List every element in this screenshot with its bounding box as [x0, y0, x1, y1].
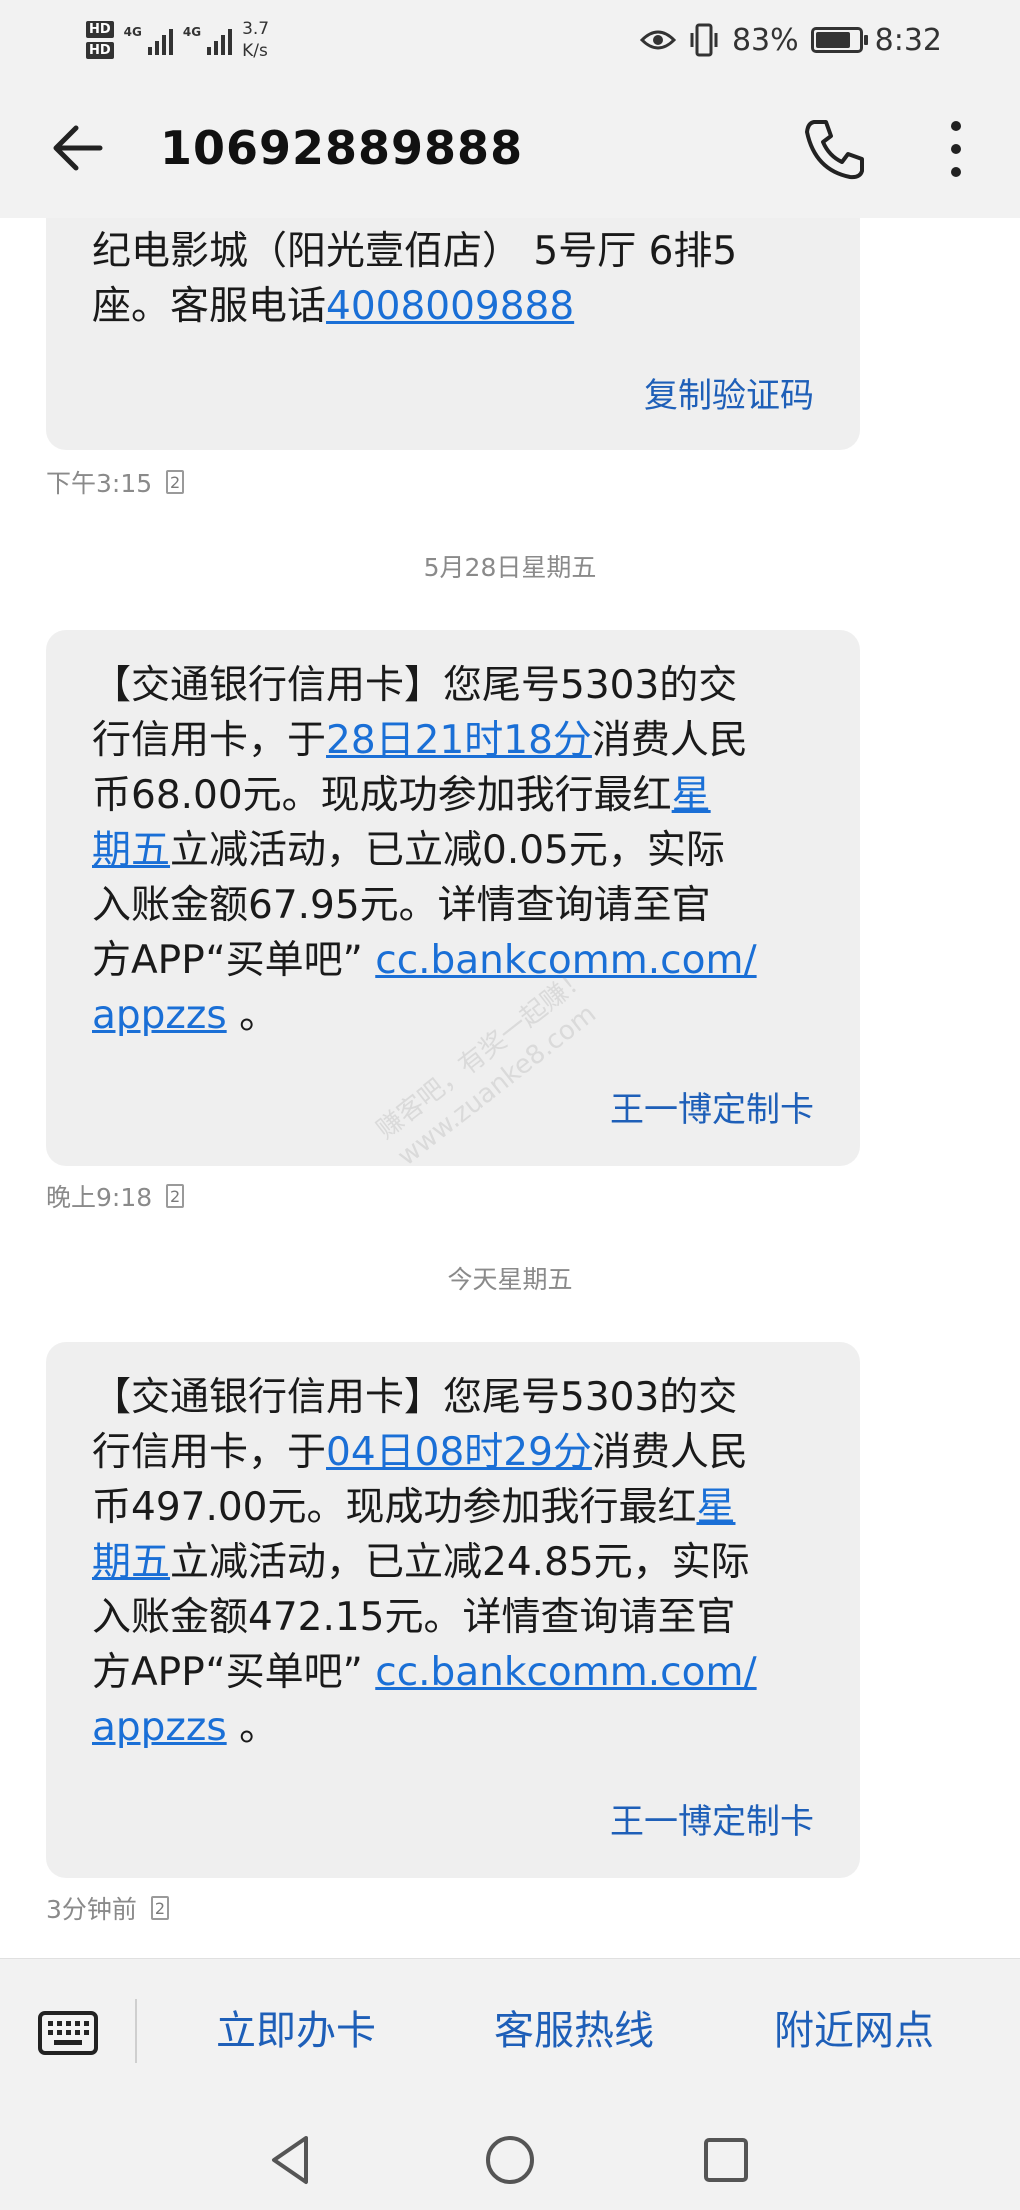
phone-link[interactable]: 4008009888 — [326, 284, 574, 329]
menu-hotline[interactable]: 客服热线 — [494, 2001, 654, 2061]
system-nav-bar — [0, 2108, 1020, 2210]
keyboard-icon[interactable] — [38, 2011, 98, 2055]
menu-apply-card[interactable]: 立即办卡 — [216, 2001, 376, 2061]
nav-back-icon[interactable] — [262, 2130, 322, 2190]
signal-bars-icon — [207, 25, 233, 55]
phone-icon[interactable] — [800, 114, 870, 184]
signal-bars-icon — [147, 25, 173, 55]
sim-icon: 2 — [166, 470, 185, 494]
message-text: 【交通银行信用卡】您尾号5303的交 行信用卡，于28日21时18分消费人民 币… — [92, 658, 832, 1043]
message-text: 纪电影城（阳光壹佰店） 5号厅 6排5 座。客服电话4008009888 — [92, 224, 832, 334]
nav-recents-icon[interactable] — [696, 2130, 756, 2190]
signal-1: 4G — [124, 25, 173, 55]
network-speed-value: 3.7 — [242, 19, 270, 39]
network-speed: 3.7 K/s — [242, 18, 269, 62]
message-meta: 晚上9:18 2 — [46, 1178, 185, 1214]
card-action-button[interactable]: 王一博定制卡 — [610, 1794, 814, 1843]
message-time: 晚上9:18 — [46, 1183, 153, 1212]
message-text: 【交通银行信用卡】您尾号5303的交 行信用卡，于04日08时29分消费人民 币… — [92, 1370, 832, 1755]
more-vert-icon[interactable] — [926, 114, 986, 184]
back-arrow-icon[interactable] — [46, 116, 110, 180]
bottom-menu: 立即办卡 客服热线 附近网点 — [0, 1958, 1020, 2109]
message-time: 3分钟前 — [46, 1895, 137, 1924]
nav-home-icon[interactable] — [480, 2130, 540, 2190]
page-title: 10692889888 — [160, 121, 524, 175]
eye-icon — [639, 30, 676, 50]
battery-percent: 83% — [731, 22, 799, 58]
message-bubble[interactable]: 纪电影城（阳光壹佰店） 5号厅 6排5 座。客服电话4008009888 复制验… — [46, 218, 860, 450]
vibrate-icon — [690, 23, 718, 57]
card-action-button[interactable]: 王一博定制卡 — [610, 1082, 814, 1131]
network-speed-unit: K/s — [242, 41, 268, 61]
sim-icon: 2 — [150, 1896, 169, 1920]
message-time: 下午3:15 — [46, 469, 153, 498]
time-link[interactable]: 28日21时18分 — [326, 718, 592, 763]
battery-icon — [810, 27, 868, 53]
message-line: 座。客服电话 — [92, 284, 327, 329]
message-text-part: 。 — [226, 1705, 279, 1750]
status-left: HD HD 4G 4G 3.7 K/s — [86, 12, 269, 68]
hd-indicators: HD HD — [86, 21, 114, 59]
menu-divider — [135, 1999, 137, 2063]
date-header: 今天星期五 — [447, 1265, 573, 1294]
message-line: 纪电影城（阳光壹佰店） 5号厅 6排5 — [92, 229, 738, 274]
menu-nearby-branches[interactable]: 附近网点 — [774, 2001, 934, 2061]
message-text-part: 。 — [226, 993, 279, 1038]
network-type-1: 4G — [123, 25, 142, 39]
time-link[interactable]: 04日08时29分 — [326, 1430, 592, 1475]
sim-icon: 2 — [166, 1184, 185, 1208]
battery-level — [815, 32, 851, 48]
clock: 8:32 — [874, 22, 942, 58]
signal-2: 4G — [182, 25, 233, 55]
hd-badge-1: HD — [86, 21, 114, 38]
message-bubble[interactable]: 【交通银行信用卡】您尾号5303的交 行信用卡，于04日08时29分消费人民 币… — [46, 1342, 860, 1878]
message-meta: 3分钟前 2 — [46, 1890, 169, 1926]
network-type-2: 4G — [182, 25, 202, 39]
date-header: 5月28日星期五 — [423, 553, 597, 582]
status-bar: HD HD 4G 4G 3.7 K/s 83% 8:32 — [0, 0, 1020, 78]
app-bar: 10692889888 — [0, 78, 1020, 218]
copy-code-button[interactable]: 复制验证码 — [644, 368, 814, 417]
message-meta: 下午3:15 2 — [46, 464, 185, 500]
status-right: 83% 8:32 — [639, 16, 942, 64]
hd-badge-2: HD — [86, 42, 114, 59]
